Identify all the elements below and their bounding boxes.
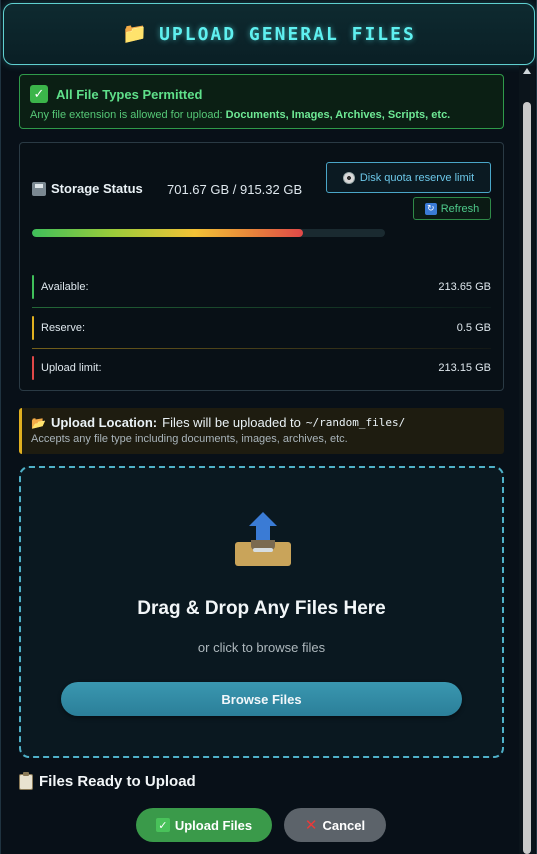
stat-label-available: Available: <box>41 281 89 293</box>
stat-divider-1 <box>32 307 491 308</box>
cancel-button[interactable]: ✕ Cancel <box>284 808 386 842</box>
upload-location-path: ~/random_files/ <box>305 416 406 429</box>
close-icon: ✕ <box>304 816 318 834</box>
refresh-button[interactable]: ↻ Refresh <box>413 197 491 220</box>
storage-title-row: Storage Status <box>32 181 143 196</box>
stat-row-upload-limit: Upload limit: 213.15 GB <box>32 356 491 380</box>
stat-label-upload-limit: Upload limit: <box>41 362 102 374</box>
upload-location-label: Upload Location: <box>50 415 158 430</box>
permit-description: Any file extension is allowed for upload… <box>30 109 493 121</box>
disk-quota-label: Disk quota reserve limit <box>359 171 475 184</box>
scroll-thumb[interactable] <box>523 102 531 854</box>
files-ready-title: Files Ready to Upload <box>39 773 196 790</box>
upload-files-button[interactable]: ✓ Upload Files <box>136 808 272 842</box>
clipboard-icon <box>19 771 33 790</box>
dialog-content: ✓ All File Types Permitted Any file exte… <box>1 66 519 854</box>
upload-location-notice: 📂 Upload Location: Files will be uploade… <box>19 408 504 454</box>
upload-dialog: 📁 UPLOAD GENERAL FILES ✓ All File Types … <box>0 0 537 854</box>
folder-icon: 📁 <box>122 23 148 45</box>
upload-inbox-icon <box>233 512 293 570</box>
dialog-title: UPLOAD GENERAL FILES <box>159 23 416 45</box>
check-icon: ✓ <box>155 818 170 832</box>
stat-label-reserve: Reserve: <box>41 322 86 334</box>
stat-row-available: Available: 213.65 GB <box>32 275 491 299</box>
upload-files-label: Upload Files <box>174 817 253 833</box>
stat-value-available: 213.65 GB <box>438 281 491 293</box>
disk-quota-button[interactable]: Disk quota reserve limit <box>326 162 491 193</box>
upload-location-description: Accepts any file type including document… <box>31 433 348 445</box>
inbox-tray <box>235 540 291 566</box>
storage-status-panel: Storage Status 701.67 GB / 915.32 GB Dis… <box>19 142 504 391</box>
permit-desc-prefix: Any file extension is allowed for upload… <box>30 109 226 121</box>
open-folder-icon: 📂 <box>31 415 46 430</box>
stat-value-upload-limit: 213.15 GB <box>438 362 491 374</box>
check-icon: ✓ <box>30 85 48 103</box>
vertical-scrollbar[interactable] <box>519 66 535 854</box>
stat-divider-2 <box>32 348 491 349</box>
header-inner: 📁 UPLOAD GENERAL FILES <box>122 24 416 45</box>
file-types-permit-notice: ✓ All File Types Permitted Any file exte… <box>19 74 504 129</box>
floppy-disk-icon <box>32 181 46 196</box>
storage-usage-bar <box>32 229 385 237</box>
drop-zone-title: Drag & Drop Any Files Here <box>137 598 386 619</box>
files-ready-heading: Files Ready to Upload <box>19 771 196 790</box>
disc-icon <box>342 171 355 184</box>
refresh-icon: ↻ <box>424 202 437 215</box>
stat-accent-reserve <box>32 316 34 340</box>
drop-zone-subtitle: or click to browse files <box>197 640 326 655</box>
storage-usage-value: 701.67 GB / 915.32 GB <box>167 182 303 197</box>
file-drop-zone[interactable]: Drag & Drop Any Files Here or click to b… <box>19 466 504 758</box>
scroll-up-arrow-icon[interactable] <box>523 68 531 74</box>
cancel-label: Cancel <box>322 817 366 833</box>
stat-accent-upload-limit <box>32 356 34 380</box>
stat-row-reserve: Reserve: 0.5 GB <box>32 316 491 340</box>
upload-location-line: 📂 Upload Location: Files will be uploade… <box>31 415 495 430</box>
stat-accent-available <box>32 275 34 299</box>
permit-desc-types: Documents, Images, Archives, Scripts, et… <box>225 109 451 121</box>
permit-title-row: ✓ All File Types Permitted <box>30 85 493 103</box>
permit-title: All File Types Permitted <box>56 86 203 102</box>
storage-title: Storage Status <box>51 181 143 196</box>
upload-arrow-head <box>249 512 277 526</box>
refresh-label: Refresh <box>440 202 480 215</box>
upload-arrow-shaft <box>256 525 270 541</box>
storage-usage-fill <box>32 229 303 237</box>
stat-value-reserve: 0.5 GB <box>456 322 491 334</box>
browse-files-button[interactable]: Browse Files <box>61 682 462 716</box>
dialog-header: 📁 UPLOAD GENERAL FILES <box>3 3 535 65</box>
upload-location-text: Files will be uploaded to <box>162 415 301 430</box>
